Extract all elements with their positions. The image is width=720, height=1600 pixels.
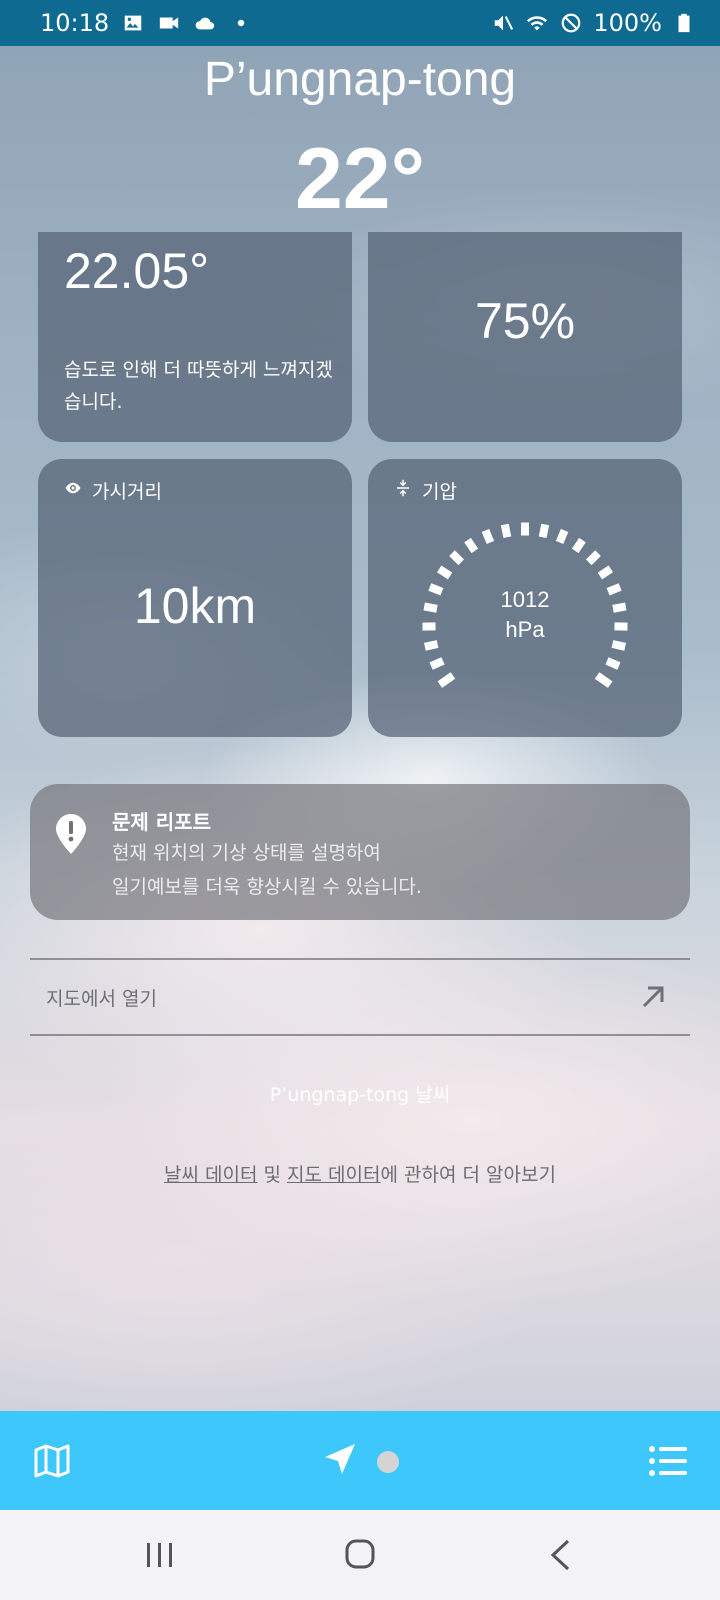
back-icon[interactable] bbox=[548, 1538, 572, 1572]
data-attribution: 날씨 데이터 및 지도 데이터에 관하여 더 알아보기 bbox=[0, 1160, 720, 1187]
blocked-icon bbox=[559, 11, 583, 35]
pressure-header: 기압 bbox=[394, 477, 457, 504]
attribution-and: 및 bbox=[257, 1164, 288, 1186]
pressure-value: 1012 bbox=[500, 587, 550, 612]
feels-like-value: 22.05° bbox=[64, 243, 210, 299]
status-time: 10:18 bbox=[40, 9, 110, 37]
gauge-tick bbox=[571, 537, 586, 554]
gauge-tick bbox=[429, 657, 445, 670]
alert-pin-icon bbox=[56, 814, 86, 854]
gauge-tick bbox=[464, 537, 479, 554]
problem-report-banner[interactable]: 문제 리포트 현재 위치의 기상 상태를 설명하여 일기예보를 더욱 향상시킬 … bbox=[30, 784, 690, 920]
weather-data-link[interactable]: 날씨 데이터 bbox=[164, 1164, 257, 1186]
gauge-tick bbox=[500, 523, 512, 539]
feels-like-card: 22.05° 습도로 인해 더 따뜻하게 느껴지겠습니다. bbox=[38, 232, 352, 442]
bottom-app-bar bbox=[0, 1411, 720, 1510]
battery-icon bbox=[672, 11, 696, 35]
gauge-tick bbox=[437, 565, 453, 580]
gauge-tick bbox=[594, 672, 613, 688]
arrow-up-right-icon bbox=[642, 986, 664, 1008]
gauge-tick bbox=[585, 550, 601, 566]
recents-icon[interactable] bbox=[144, 1540, 176, 1570]
dot-icon bbox=[229, 11, 253, 35]
visibility-card: 가시거리 10km bbox=[38, 459, 352, 737]
pressure-card: 기압 1012 hPa bbox=[368, 459, 682, 737]
gauge-tick bbox=[605, 657, 621, 670]
city-name: P’ungnap-tong bbox=[203, 53, 517, 106]
feels-like-description: 습도로 인해 더 따뜻하게 느껴지겠습니다. bbox=[64, 359, 333, 413]
open-in-map-row[interactable]: 지도에서 열기 bbox=[30, 958, 690, 1036]
list-icon[interactable] bbox=[648, 1443, 688, 1479]
pressure-readout: 1012 hPa bbox=[368, 585, 682, 645]
report-description-line-1: 현재 위치의 기상 상태를 설명하여 bbox=[112, 842, 381, 864]
gauge-tick bbox=[521, 522, 529, 536]
map-icon[interactable] bbox=[32, 1441, 72, 1481]
video-icon bbox=[157, 11, 181, 35]
gallery-icon bbox=[121, 11, 145, 35]
gauge-tick bbox=[449, 550, 465, 566]
report-description-line-2: 일기예보를 더욱 향상시킬 수 있습니다. bbox=[112, 876, 422, 898]
mute-icon bbox=[491, 11, 515, 35]
status-bar: 10:18 100% bbox=[0, 0, 720, 46]
humidity-value: 75% bbox=[474, 293, 576, 349]
cloud-icon bbox=[193, 11, 217, 35]
pressure-label: 기압 bbox=[422, 481, 457, 503]
open-in-map-label: 지도에서 열기 bbox=[46, 987, 157, 1010]
gauge-tick bbox=[538, 523, 550, 539]
visibility-header: 가시거리 bbox=[64, 477, 162, 504]
current-temperature: 22° bbox=[294, 131, 426, 227]
report-title: 문제 리포트 bbox=[112, 810, 211, 834]
learn-more-text: 에 관하여 더 알아보기 bbox=[380, 1164, 556, 1186]
gauge-tick bbox=[481, 528, 495, 544]
map-data-link[interactable]: 지도 데이터 bbox=[287, 1164, 380, 1186]
pressure-unit: hPa bbox=[505, 617, 545, 642]
location-arrow-icon[interactable] bbox=[322, 1441, 358, 1477]
page-indicator-dot bbox=[377, 1451, 399, 1473]
gauge-tick bbox=[437, 672, 456, 688]
visibility-value: 10km bbox=[133, 578, 257, 634]
pressure-icon bbox=[394, 479, 412, 502]
gauge-tick bbox=[597, 565, 613, 580]
home-icon[interactable] bbox=[344, 1538, 376, 1570]
city-weather-label: P’ungnap-tong 날씨 bbox=[269, 1084, 451, 1106]
visibility-label: 가시거리 bbox=[92, 481, 162, 503]
gauge-tick bbox=[555, 528, 569, 544]
humidity-card: 75% bbox=[368, 232, 682, 442]
eye-icon bbox=[64, 479, 82, 502]
wifi-icon bbox=[525, 11, 549, 35]
system-navigation-bar bbox=[0, 1510, 720, 1600]
battery-percent: 100% bbox=[593, 9, 662, 37]
